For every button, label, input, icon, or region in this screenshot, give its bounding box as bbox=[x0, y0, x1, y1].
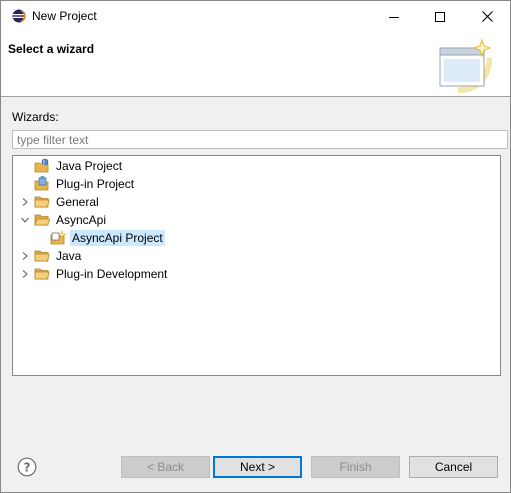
wizards-label: Wizards: bbox=[12, 110, 59, 124]
chevron-right-icon[interactable] bbox=[19, 247, 31, 265]
close-button[interactable] bbox=[464, 1, 510, 32]
window-title: New Project bbox=[32, 9, 97, 23]
minimize-button[interactable] bbox=[371, 1, 417, 32]
minimize-icon bbox=[389, 16, 399, 18]
tree-item-label: Java bbox=[56, 249, 82, 263]
folder-icon bbox=[34, 194, 50, 210]
back-button[interactable]: < Back bbox=[121, 456, 210, 478]
tree-item-asyncapi[interactable]: AsyncApi bbox=[19, 211, 108, 229]
tree-item-general[interactable]: General bbox=[19, 193, 101, 211]
new-wizard-banner-icon bbox=[439, 38, 492, 93]
tree-item-label: Java Project bbox=[56, 159, 123, 173]
plugin-project-icon bbox=[34, 176, 50, 192]
new-project-dialog: New Project Select a wizard Wizards: typ… bbox=[0, 0, 511, 493]
eclipse-app-icon bbox=[12, 9, 26, 23]
folder-open-icon bbox=[34, 212, 50, 228]
tree-item-label: Plug-in Development bbox=[56, 267, 168, 281]
tree-item-asyncapi-project[interactable]: AsyncApi Project bbox=[35, 229, 165, 247]
tree-item-label: AsyncApi bbox=[56, 213, 107, 227]
tree-item-label: General bbox=[56, 195, 99, 209]
close-icon bbox=[481, 11, 493, 22]
asyncapi-project-icon bbox=[50, 230, 66, 246]
java-project-icon: J bbox=[34, 158, 50, 174]
tree-item-java[interactable]: Java bbox=[19, 247, 83, 265]
svg-text:?: ? bbox=[24, 461, 31, 475]
page-title: Select a wizard bbox=[8, 42, 95, 56]
chevron-down-icon[interactable] bbox=[19, 211, 31, 229]
maximize-button[interactable] bbox=[417, 1, 463, 32]
title-bar[interactable]: New Project bbox=[1, 1, 510, 32]
chevron-right-icon[interactable] bbox=[19, 193, 31, 211]
next-button[interactable]: Next > bbox=[213, 456, 302, 478]
finish-button[interactable]: Finish bbox=[311, 456, 400, 478]
maximize-icon bbox=[435, 11, 445, 22]
svg-text:J: J bbox=[42, 160, 44, 166]
folder-icon bbox=[34, 248, 50, 264]
help-icon[interactable]: ? bbox=[17, 457, 37, 477]
tree-item-label: AsyncApi Project bbox=[70, 230, 165, 246]
tree-item-plugin-development[interactable]: Plug-in Development bbox=[19, 265, 169, 283]
filter-input[interactable] bbox=[12, 130, 508, 149]
chevron-right-icon[interactable] bbox=[19, 265, 31, 283]
wizard-header: Select a wizard bbox=[1, 32, 510, 97]
wizard-tree[interactable]: J Java Project Plug-in Project General A… bbox=[12, 155, 501, 376]
tree-item-java-project[interactable]: J Java Project bbox=[19, 157, 124, 175]
tree-item-label: Plug-in Project bbox=[56, 177, 135, 191]
tree-item-plugin-project[interactable]: Plug-in Project bbox=[19, 175, 136, 193]
cancel-button[interactable]: Cancel bbox=[409, 456, 498, 478]
folder-icon bbox=[34, 266, 50, 282]
